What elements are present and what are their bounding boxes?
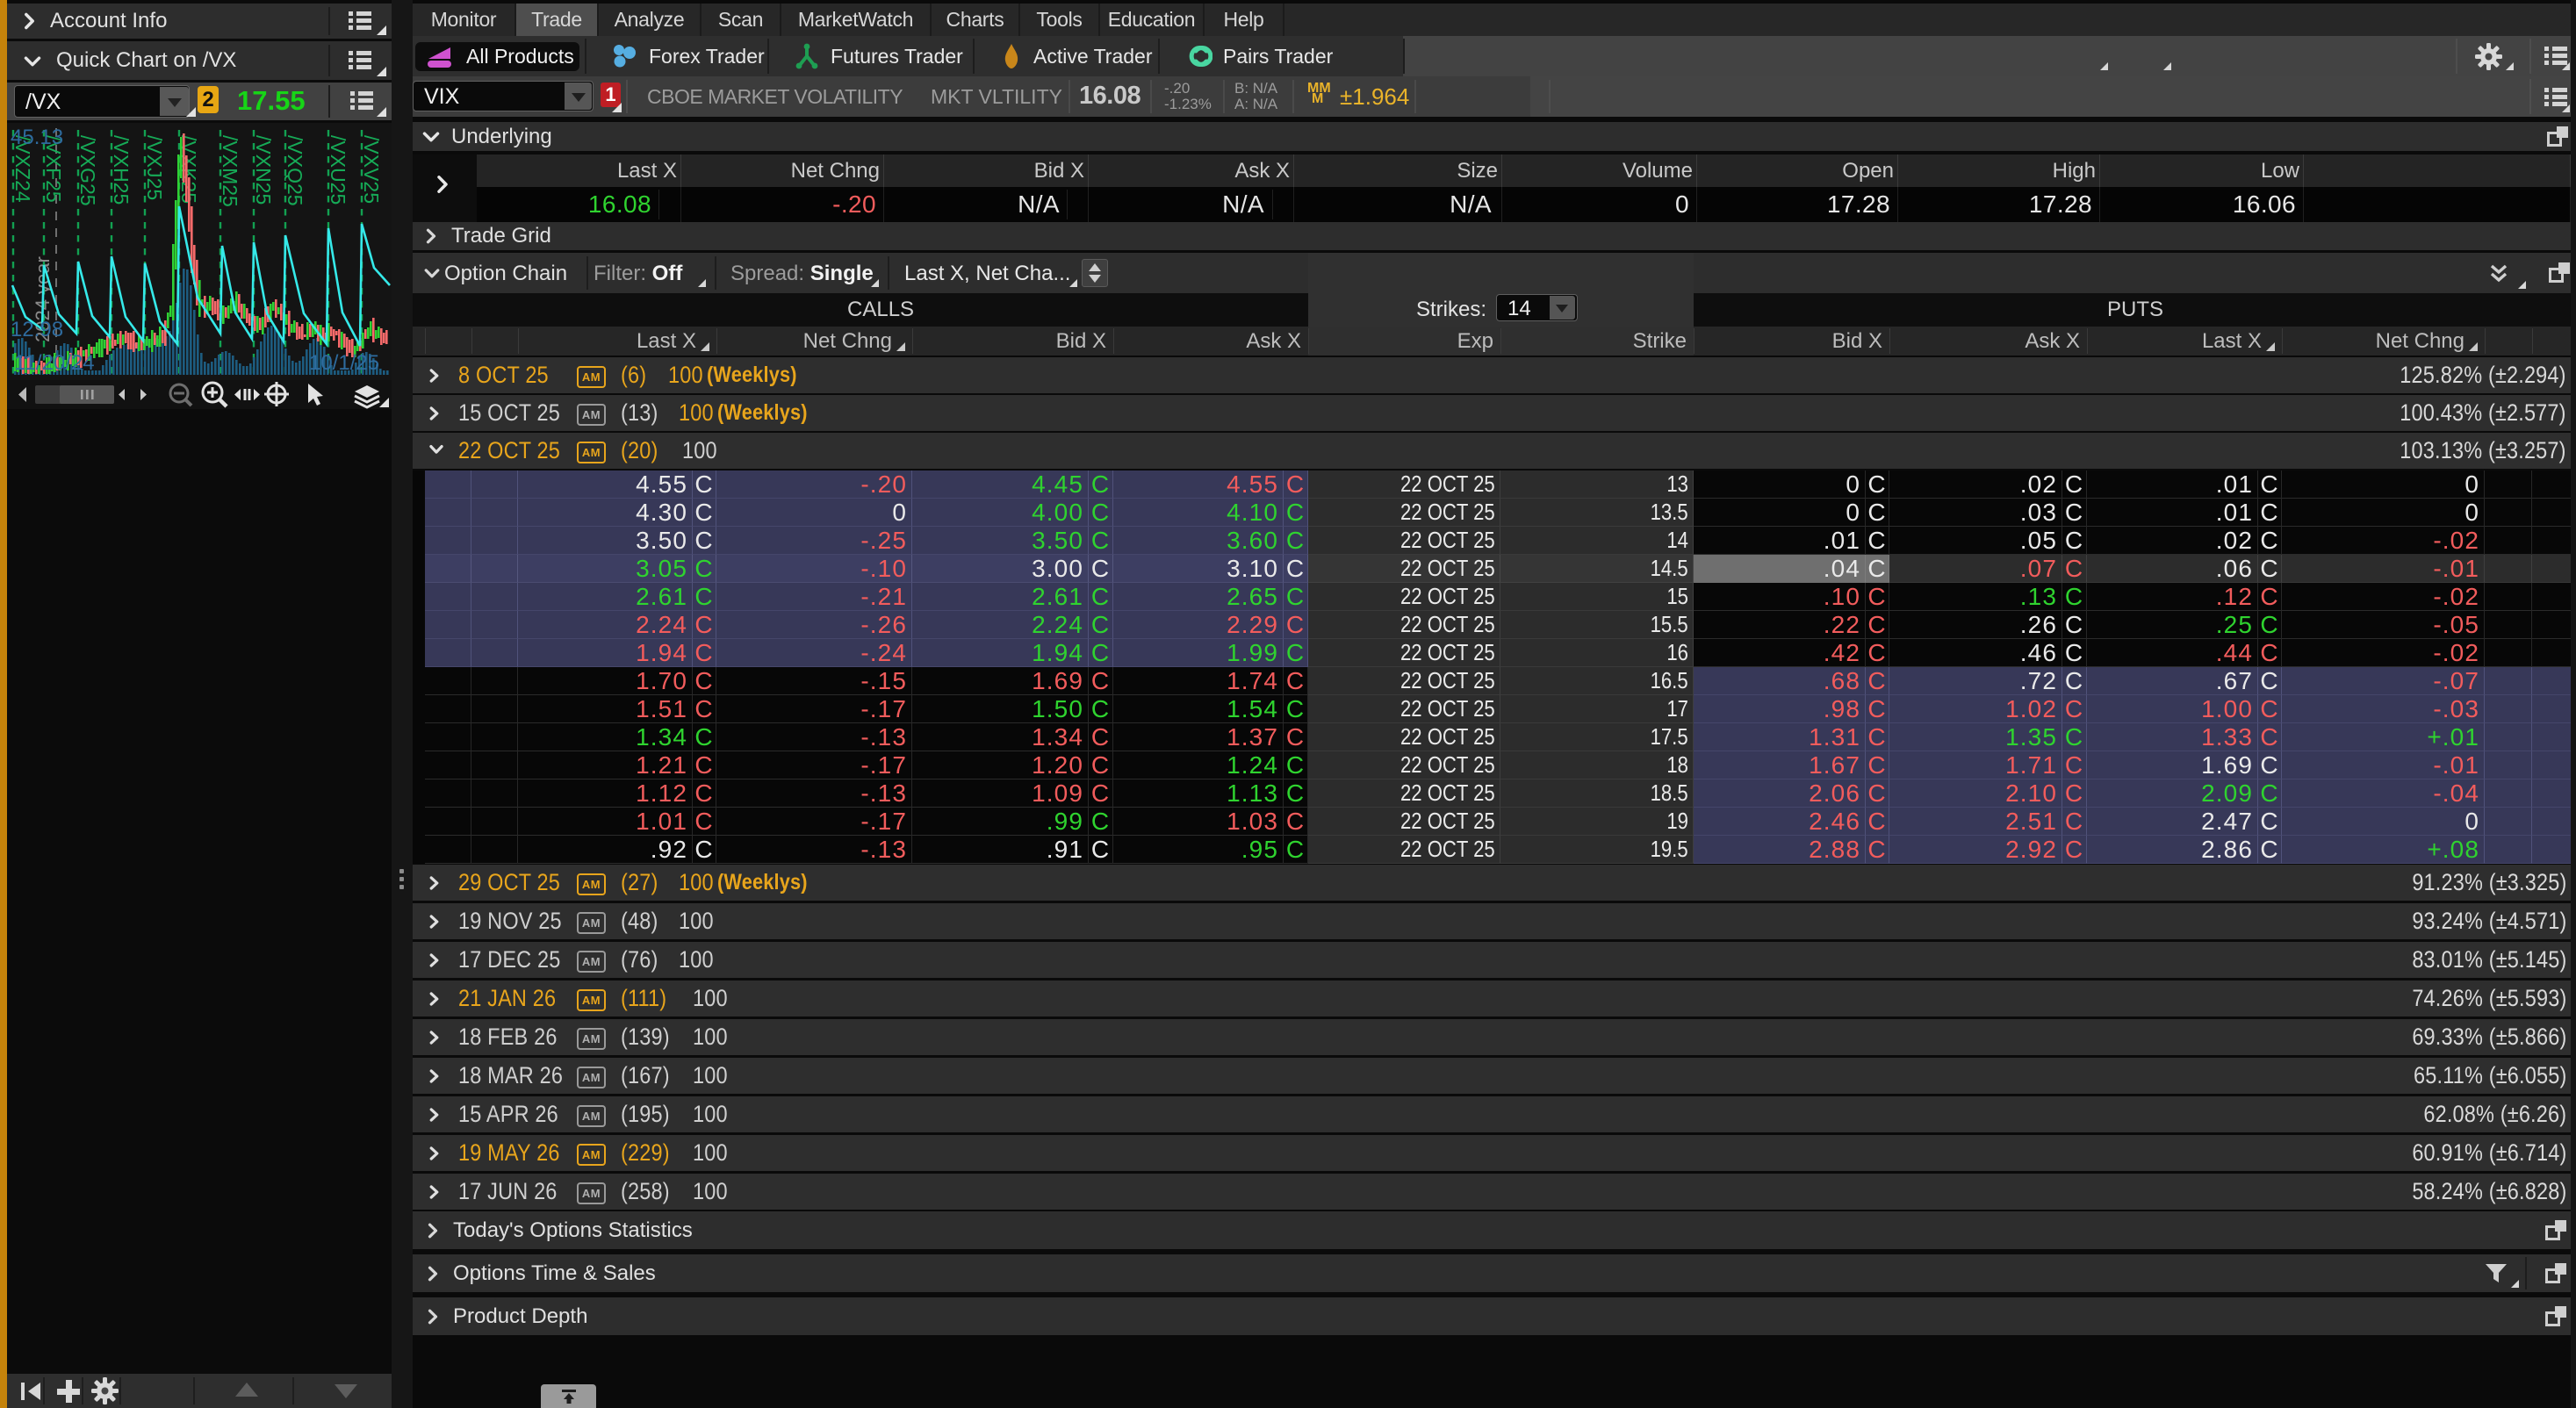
svg-text:11/20/24: 11/20/24 <box>14 351 95 375</box>
svg-text:12.98: 12.98 <box>11 318 63 341</box>
svg-text:/VXU25: /VXU25 <box>327 135 349 205</box>
svg-text:/VXN25: /VXN25 <box>252 135 275 205</box>
svg-text:/VXH25: /VXH25 <box>110 135 133 205</box>
svg-text:/VXV25: /VXV25 <box>360 135 383 204</box>
svg-text:10/1/25: 10/1/25 <box>309 351 379 375</box>
svg-text:/VXG25: /VXG25 <box>76 135 99 206</box>
svg-text:/VXM25: /VXM25 <box>219 135 241 207</box>
svg-text:/VXQ25: /VXQ25 <box>284 135 306 206</box>
svg-text:/VXJ25: /VXJ25 <box>143 135 166 200</box>
svg-text:45.13: 45.13 <box>11 126 63 149</box>
